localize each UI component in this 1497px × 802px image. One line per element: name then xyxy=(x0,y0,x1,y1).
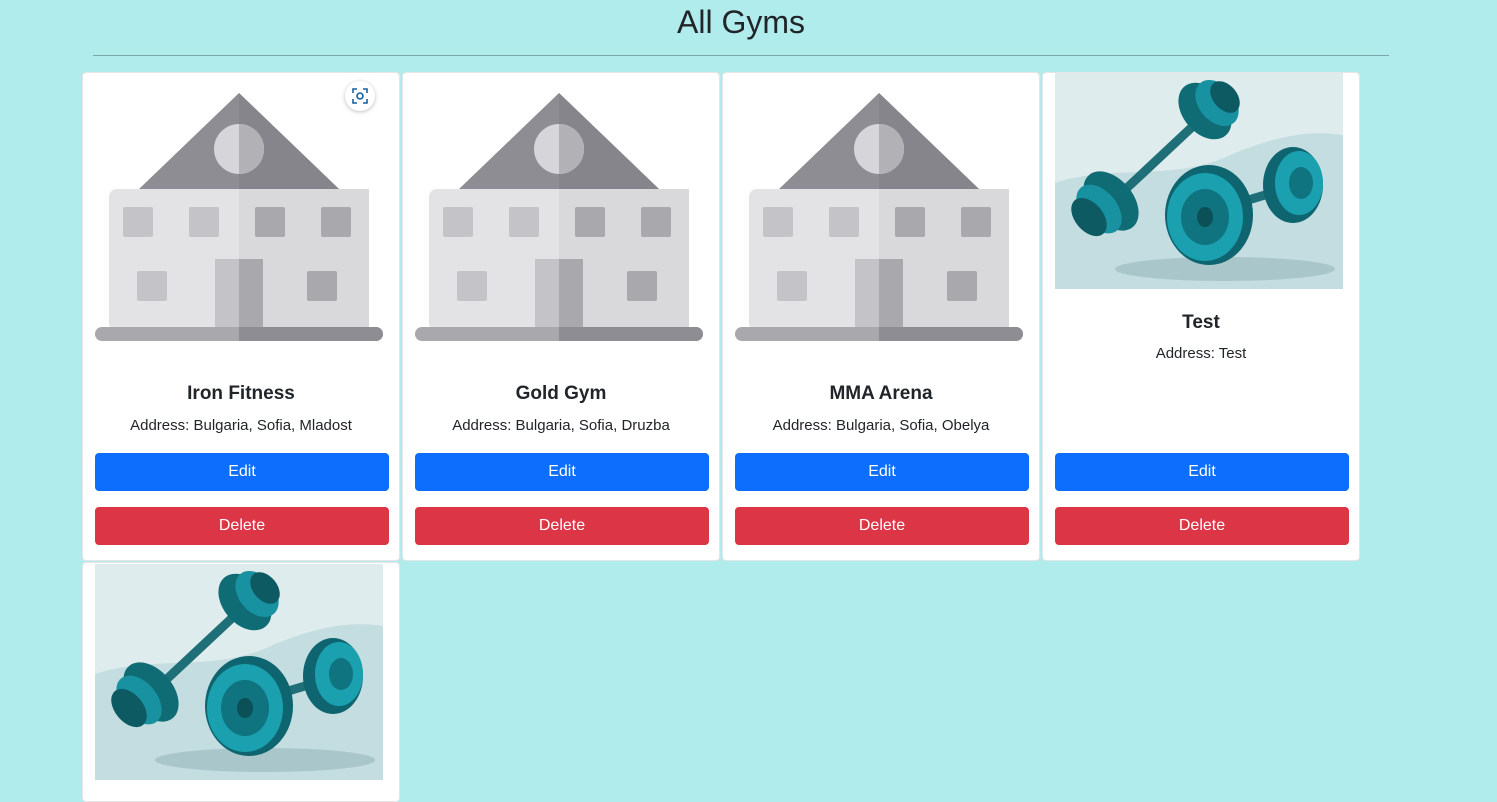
building-icon xyxy=(415,73,703,361)
title-divider xyxy=(93,55,1389,56)
visual-search-icon[interactable] xyxy=(345,81,375,111)
delete-button[interactable]: Delete xyxy=(735,507,1029,545)
gym-card-mma-arena: MMA Arena Address: Bulgaria, Sofia, Obel… xyxy=(722,72,1040,561)
gym-name: Test xyxy=(1182,312,1220,333)
gym-address: Address: Bulgaria, Sofia, Obelya xyxy=(772,417,990,434)
edit-button[interactable]: Edit xyxy=(95,453,389,491)
building-icon xyxy=(735,73,1023,361)
gym-address: Address: Bulgaria, Sofia, Druzba xyxy=(452,417,670,434)
edit-button[interactable]: Edit xyxy=(415,453,709,491)
page-title: All Gyms xyxy=(677,4,805,40)
edit-button[interactable]: Edit xyxy=(735,453,1029,491)
gym-card xyxy=(82,562,400,802)
gym-name: Gold Gym xyxy=(515,383,607,404)
delete-button[interactable]: Delete xyxy=(95,507,389,545)
gym-address: Address: Bulgaria, Sofia, Mladost xyxy=(130,417,352,434)
delete-button[interactable]: Delete xyxy=(1055,507,1349,545)
gym-card-test: Test Address: Test Edit Delete xyxy=(1042,72,1360,561)
dumbbells-photo xyxy=(1055,73,1343,289)
gym-address: Address: Test xyxy=(1155,345,1247,362)
gym-card-iron-fitness: Iron Fitness Address: Bulgaria, Sofia, M… xyxy=(82,72,400,561)
dumbbells-photo xyxy=(95,564,383,780)
gym-name: MMA Arena xyxy=(829,383,933,404)
gym-name: Iron Fitness xyxy=(187,383,295,404)
building-icon xyxy=(95,73,383,361)
gym-card-gold-gym: Gold Gym Address: Bulgaria, Sofia, Druzb… xyxy=(402,72,720,561)
delete-button[interactable]: Delete xyxy=(415,507,709,545)
edit-button[interactable]: Edit xyxy=(1055,453,1349,491)
